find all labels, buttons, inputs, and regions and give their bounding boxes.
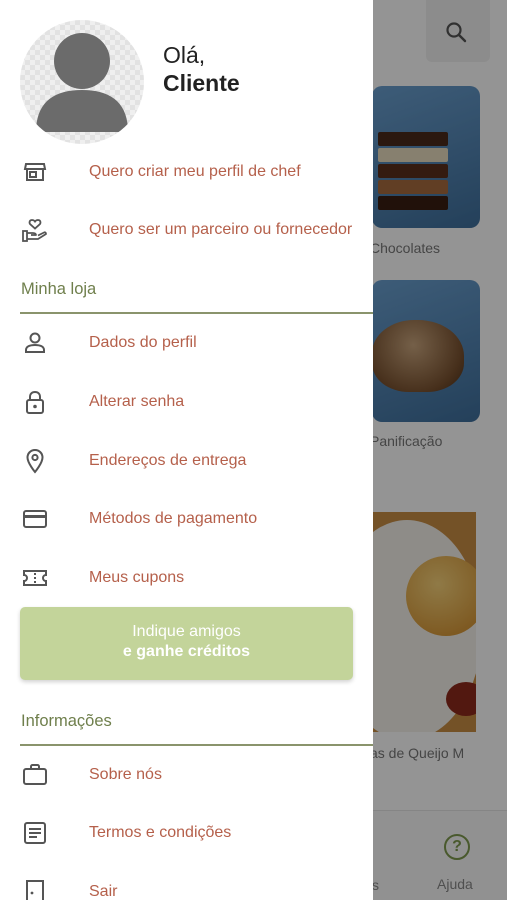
menu-item-label: Sair	[89, 883, 118, 900]
refer-friends-line2: e ganhe créditos	[122, 643, 251, 660]
menu-item-label: Métodos de pagamento	[89, 510, 258, 527]
location-pin-icon	[26, 448, 44, 474]
menu-item-coupons[interactable]: Meus cupons	[0, 553, 373, 603]
user-name: Cliente	[163, 70, 240, 96]
menu-item-label: Dados do perfil	[89, 334, 197, 351]
section-divider	[20, 312, 373, 314]
section-divider	[20, 744, 373, 746]
menu-item-label: Sobre nós	[89, 766, 162, 783]
navigation-drawer: Olá, Cliente Quero criar meu perfil de c…	[0, 0, 373, 900]
person-icon	[25, 332, 45, 353]
menu-item-delivery-addresses[interactable]: Endereços de entrega	[0, 436, 373, 486]
greeting: Olá,	[163, 42, 206, 68]
refer-friends-line1: Indique amigos	[132, 623, 241, 640]
menu-item-label: Meus cupons	[89, 569, 185, 586]
menu-item-label: Quero criar meu perfil de chef	[89, 163, 301, 180]
menu-item-chef-profile[interactable]: Quero criar meu perfil de chef	[0, 147, 373, 197]
hand-heart-icon	[22, 219, 47, 242]
menu-item-change-password[interactable]: Alterar senha	[0, 377, 373, 427]
credit-card-icon	[23, 510, 47, 528]
ticket-icon	[23, 570, 47, 586]
menu-item-label: Quero ser um parceiro ou fornecedor	[89, 221, 353, 238]
section-title-info: Informações	[21, 712, 112, 730]
menu-item-label: Termos e condições	[89, 824, 232, 841]
menu-item-label: Endereços de entrega	[89, 452, 247, 469]
menu-item-partner[interactable]: Quero ser um parceiro ou fornecedor	[0, 205, 373, 255]
menu-item-profile-data[interactable]: Dados do perfil	[0, 318, 373, 368]
section-title-store: Minha loja	[21, 280, 97, 298]
user-silhouette-icon	[36, 33, 128, 132]
menu-item-payment-methods[interactable]: Métodos de pagamento	[0, 494, 373, 544]
menu-item-label: Alterar senha	[89, 393, 185, 410]
menu-item-terms[interactable]: Termos e condições	[0, 808, 373, 858]
store-icon	[23, 163, 47, 181]
lock-icon	[26, 390, 44, 414]
menu-item-about[interactable]: Sobre nós	[0, 750, 373, 800]
avatar[interactable]	[20, 20, 144, 144]
document-icon	[24, 822, 46, 844]
exit-door-icon	[26, 880, 44, 900]
briefcase-icon	[23, 764, 47, 785]
refer-friends-button[interactable]: Indique amigos e ganhe créditos	[20, 607, 353, 680]
menu-item-logout[interactable]: Sair	[0, 867, 373, 900]
